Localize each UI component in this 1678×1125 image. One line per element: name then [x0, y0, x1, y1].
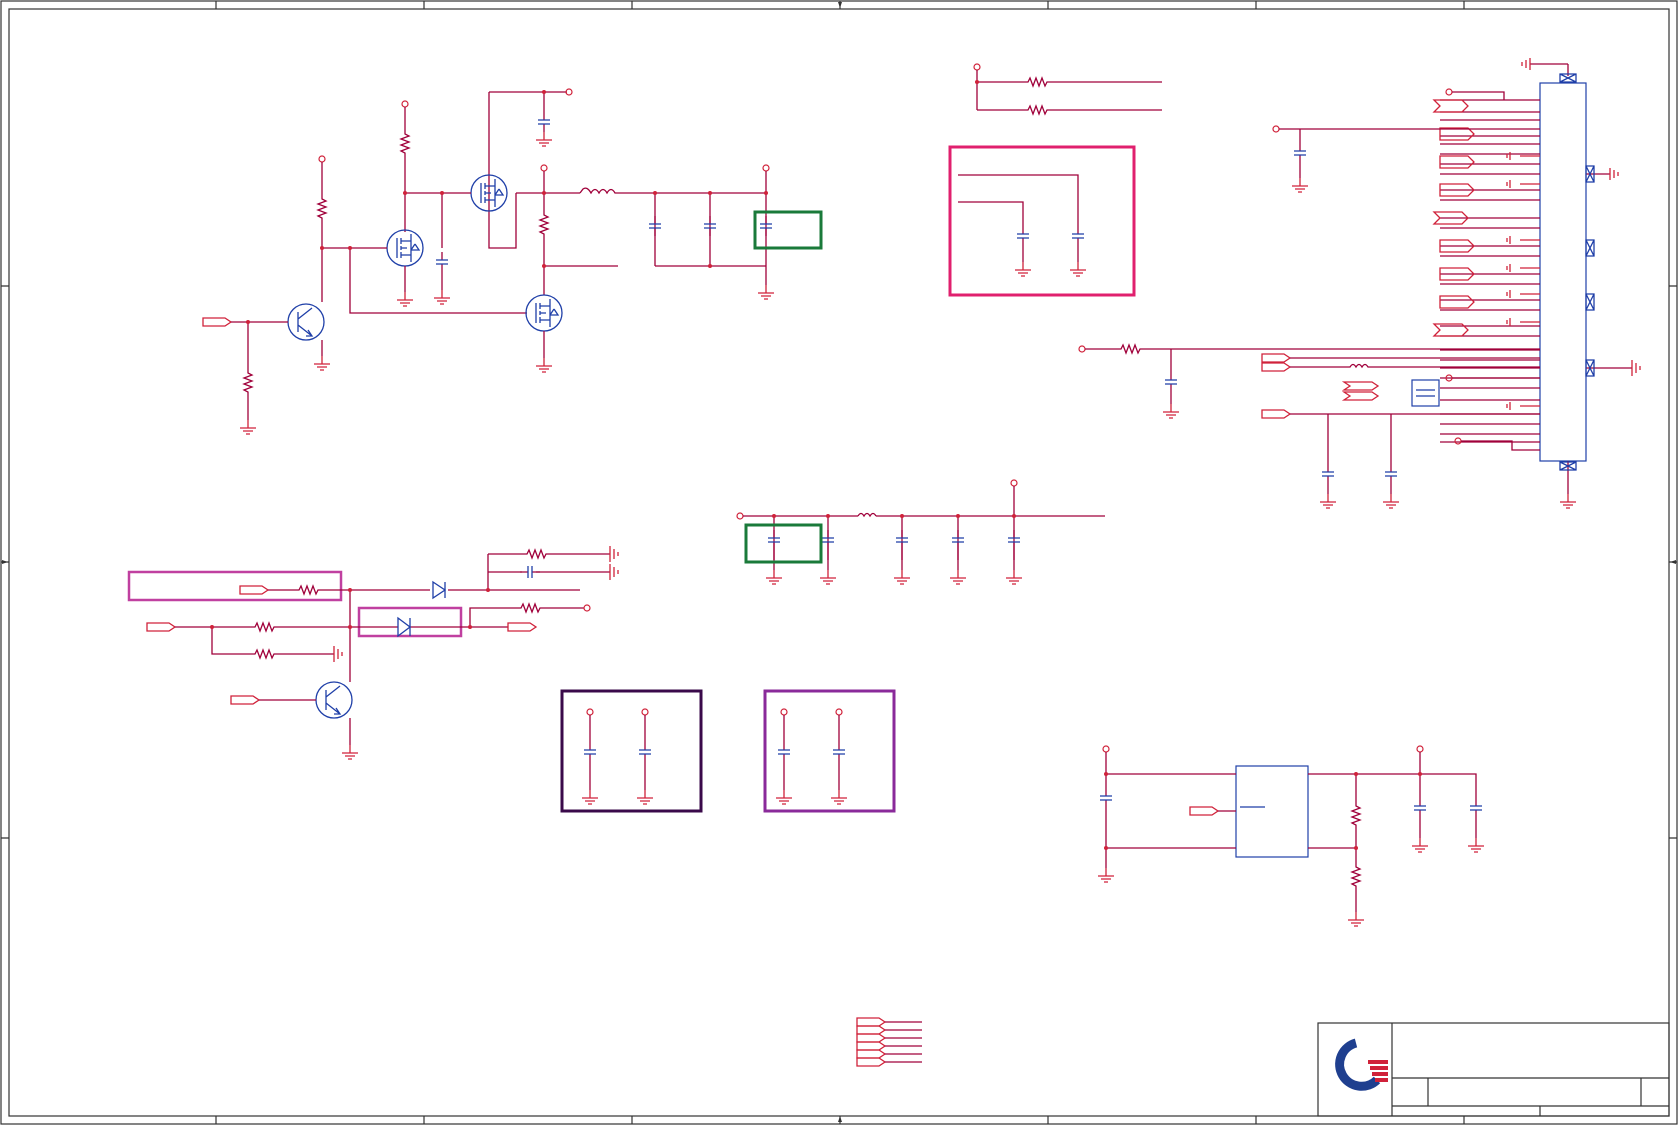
npn-transistor-icon [287, 303, 325, 341]
highlight-box [560, 689, 703, 813]
schematic-canvas [0, 0, 1678, 1125]
connector-ground-ticks [1506, 152, 1540, 410]
highlight-box [127, 570, 343, 602]
decoupling-block-b [763, 689, 896, 813]
title-block [1317, 1022, 1670, 1117]
regulator-block [1097, 745, 1485, 927]
highlight-box [744, 523, 823, 564]
company-logo-icon [1335, 1038, 1388, 1091]
highlight-box [948, 145, 1136, 297]
common-mode-choke-icon [1411, 379, 1440, 407]
power-switch-block [202, 88, 823, 435]
offpage-ports [856, 1017, 922, 1067]
sheet-frame [0, 0, 1678, 1125]
decoupling-block-a [560, 689, 703, 813]
input-port-icon [202, 317, 232, 327]
resistor-pair-block [948, 63, 1162, 297]
mosfet-q2-icon [386, 229, 424, 267]
highlight-box [753, 210, 823, 250]
mosfet-q3-icon [525, 294, 563, 332]
signal-switch-block [127, 546, 619, 760]
npn-transistor-icon [315, 681, 353, 719]
filter-block [736, 479, 1105, 585]
connector-pins [1432, 99, 1540, 443]
connector-block [1078, 58, 1641, 509]
connector-body [1539, 82, 1587, 462]
regulator-ic [1235, 765, 1309, 858]
